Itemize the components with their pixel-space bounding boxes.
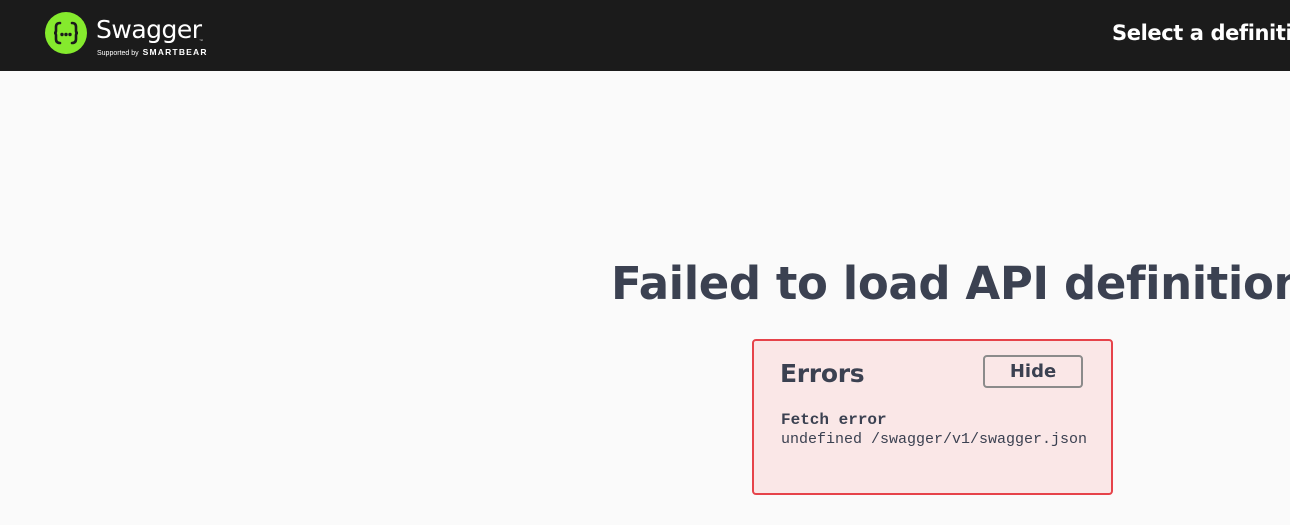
page-title: Failed to load API definition. <box>611 257 1290 310</box>
brand-name: Swagger <box>96 15 202 44</box>
hide-errors-button[interactable]: Hide <box>983 355 1083 388</box>
error-source: Fetch error <box>781 411 887 429</box>
errors-heading: Errors <box>780 359 865 388</box>
brand-trademark: ™ <box>199 38 203 43</box>
swagger-braces-icon <box>45 12 87 54</box>
error-message: undefined /swagger/v1/swagger.json <box>781 431 1088 448</box>
errors-panel: Errors Hide Fetch error undefined /swagg… <box>752 339 1113 495</box>
brand-company: SMARTBEAR <box>142 47 208 57</box>
select-definition-label: Select a definition <box>1112 21 1290 45</box>
swagger-logo-link[interactable]: Swagger ™ Supported by SMARTBEAR <box>44 11 244 61</box>
brand-supported-by: Supported by <box>97 50 139 57</box>
brand-tagline: Supported by SMARTBEAR <box>97 47 208 57</box>
top-bar: Swagger ™ Supported by SMARTBEAR Select … <box>0 0 1290 71</box>
